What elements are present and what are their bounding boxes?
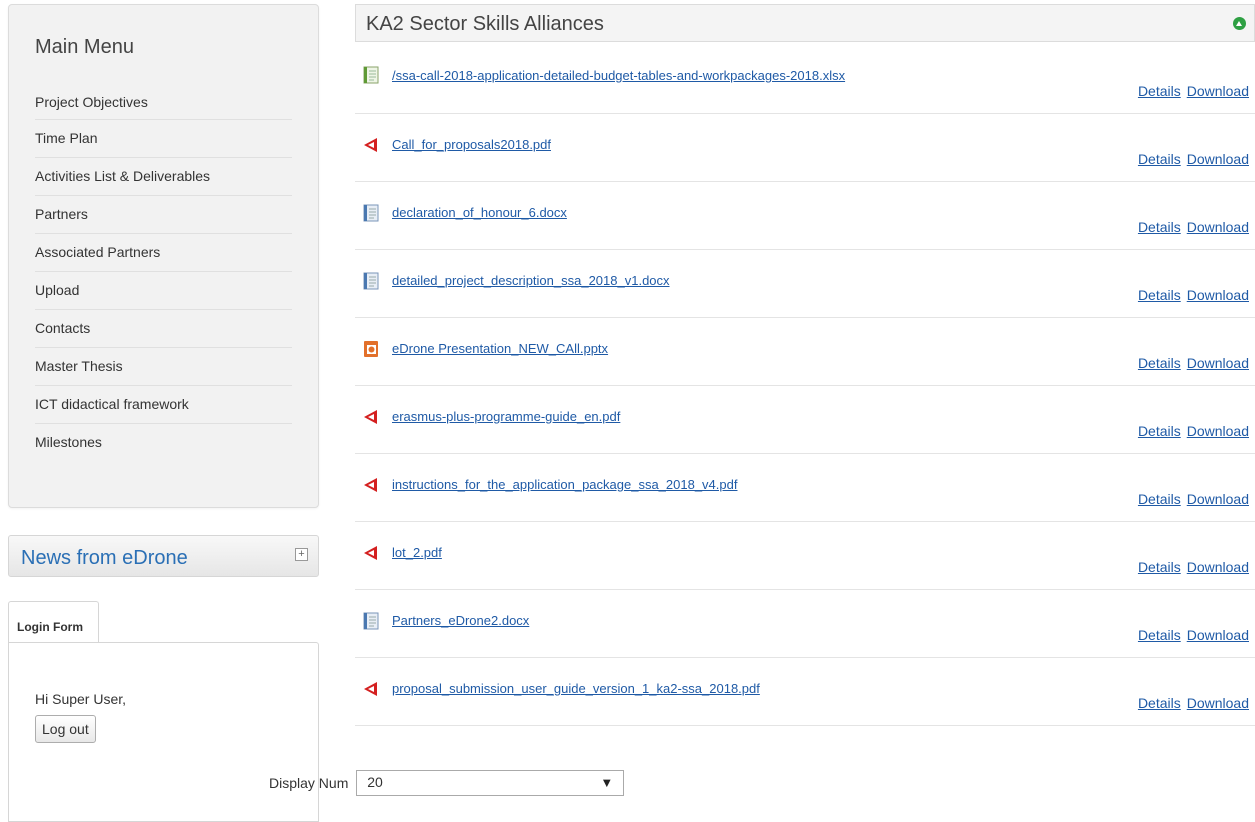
main-menu-list: Project Objectives Time Plan Activities …: [35, 93, 292, 461]
pdf-icon: [362, 544, 380, 562]
logout-button[interactable]: Log out: [35, 715, 96, 743]
download-link[interactable]: Download: [1187, 491, 1249, 507]
download-link[interactable]: Download: [1187, 287, 1249, 303]
go-up-icon[interactable]: [1233, 17, 1246, 30]
display-num-value: 20: [367, 774, 383, 790]
file-actions: Details Download: [1132, 423, 1249, 439]
display-num-control: Display Num 20 ▼: [269, 770, 625, 796]
file-link[interactable]: /ssa-call-2018-application-detailed-budg…: [392, 68, 845, 83]
download-link[interactable]: Download: [1187, 695, 1249, 711]
file-link[interactable]: detailed_project_description_ssa_2018_v1…: [392, 273, 670, 288]
menu-item-master-thesis[interactable]: Master Thesis: [35, 348, 292, 386]
main-content: KA2 Sector Skills Alliances /ssa-call-20…: [355, 4, 1255, 726]
details-link[interactable]: Details: [1138, 287, 1181, 303]
file-row: eDrone Presentation_NEW_CAll.pptx Details…: [355, 318, 1255, 386]
file-row: proposal_submission_user_guide_version_1…: [355, 658, 1255, 726]
file-actions: Details Download: [1132, 151, 1249, 167]
category-title: KA2 Sector Skills Alliances: [366, 13, 604, 35]
file-link[interactable]: erasmus-plus-programme-guide_en.pdf: [392, 409, 620, 424]
download-link[interactable]: Download: [1187, 219, 1249, 235]
details-link[interactable]: Details: [1138, 355, 1181, 371]
details-link[interactable]: Details: [1138, 559, 1181, 575]
details-link[interactable]: Details: [1138, 151, 1181, 167]
download-link[interactable]: Download: [1187, 423, 1249, 439]
file-link[interactable]: instructions_for_the_application_package…: [392, 477, 737, 492]
file-row: lot_2.pdf Details Download: [355, 522, 1255, 590]
details-link[interactable]: Details: [1138, 83, 1181, 99]
file-row: detailed_project_description_ssa_2018_v1…: [355, 250, 1255, 318]
menu-item-activities-list[interactable]: Activities List & Deliverables: [35, 158, 292, 196]
file-link[interactable]: proposal_submission_user_guide_version_1…: [392, 681, 760, 696]
menu-item-milestones[interactable]: Milestones: [35, 424, 292, 461]
file-actions: Details Download: [1132, 491, 1249, 507]
download-link[interactable]: Download: [1187, 627, 1249, 643]
pdf-icon: [362, 408, 380, 426]
details-link[interactable]: Details: [1138, 423, 1181, 439]
file-row: instructions_for_the_application_package…: [355, 454, 1255, 522]
file-link[interactable]: declaration_of_honour_6.docx: [392, 205, 567, 220]
menu-item-partners[interactable]: Partners: [35, 196, 292, 234]
display-num-label: Display Num: [269, 775, 349, 791]
file-list: /ssa-call-2018-application-detailed-budg…: [355, 42, 1255, 726]
menu-item-associated-partners[interactable]: Associated Partners: [35, 234, 292, 272]
spreadsheet-icon: [362, 66, 380, 84]
details-link[interactable]: Details: [1138, 695, 1181, 711]
file-row: Partners_eDrone2.docx Details Download: [355, 590, 1255, 658]
login-form-tab[interactable]: Login Form: [8, 601, 99, 643]
main-menu: Main Menu Project Objectives Time Plan A…: [8, 4, 319, 508]
file-actions: Details Download: [1132, 83, 1249, 99]
file-link[interactable]: Partners_eDrone2.docx: [392, 613, 529, 628]
category-header: KA2 Sector Skills Alliances: [355, 4, 1255, 42]
download-link[interactable]: Download: [1187, 355, 1249, 371]
download-link[interactable]: Download: [1187, 559, 1249, 575]
file-actions: Details Download: [1132, 559, 1249, 575]
pdf-icon: [362, 136, 380, 154]
login-greeting: Hi Super User,: [35, 691, 127, 707]
sidebar: Main Menu Project Objectives Time Plan A…: [8, 4, 319, 822]
file-actions: Details Download: [1132, 695, 1249, 711]
download-link[interactable]: Download: [1187, 83, 1249, 99]
file-actions: Details Download: [1132, 219, 1249, 235]
download-link[interactable]: Download: [1187, 151, 1249, 167]
news-title: News from eDrone: [21, 547, 188, 569]
menu-item-project-objectives[interactable]: Project Objectives: [35, 93, 292, 120]
details-link[interactable]: Details: [1138, 491, 1181, 507]
menu-item-contacts[interactable]: Contacts: [35, 310, 292, 348]
file-link[interactable]: lot_2.pdf: [392, 545, 442, 560]
pdf-icon: [362, 476, 380, 494]
file-row: Call_for_proposals2018.pdf Details Downloa…: [355, 114, 1255, 182]
document-icon: [362, 204, 380, 222]
menu-item-ict-framework[interactable]: ICT didactical framework: [35, 386, 292, 424]
file-row: declaration_of_honour_6.docx Details Downl…: [355, 182, 1255, 250]
file-link[interactable]: Call_for_proposals2018.pdf: [392, 137, 551, 152]
file-row: /ssa-call-2018-application-detailed-budg…: [355, 42, 1255, 114]
document-icon: [362, 272, 380, 290]
document-icon: [362, 612, 380, 630]
file-link[interactable]: eDrone Presentation_NEW_CAll.pptx: [392, 341, 608, 356]
file-row: erasmus-plus-programme-guide_en.pdf Detai…: [355, 386, 1255, 454]
details-link[interactable]: Details: [1138, 627, 1181, 643]
details-link[interactable]: Details: [1138, 219, 1181, 235]
dropdown-arrow-icon: ▼: [600, 775, 614, 790]
menu-item-time-plan[interactable]: Time Plan: [35, 120, 292, 158]
expand-plus-icon[interactable]: +: [295, 548, 308, 561]
file-actions: Details Download: [1132, 627, 1249, 643]
presentation-icon: [362, 340, 380, 358]
news-module-header[interactable]: News from eDrone +: [8, 535, 319, 577]
file-actions: Details Download: [1132, 287, 1249, 303]
menu-item-upload[interactable]: Upload: [35, 272, 292, 310]
pdf-icon: [362, 680, 380, 698]
main-menu-title: Main Menu: [35, 36, 134, 58]
file-actions: Details Download: [1132, 355, 1249, 371]
display-num-select[interactable]: 20 ▼: [356, 770, 625, 796]
